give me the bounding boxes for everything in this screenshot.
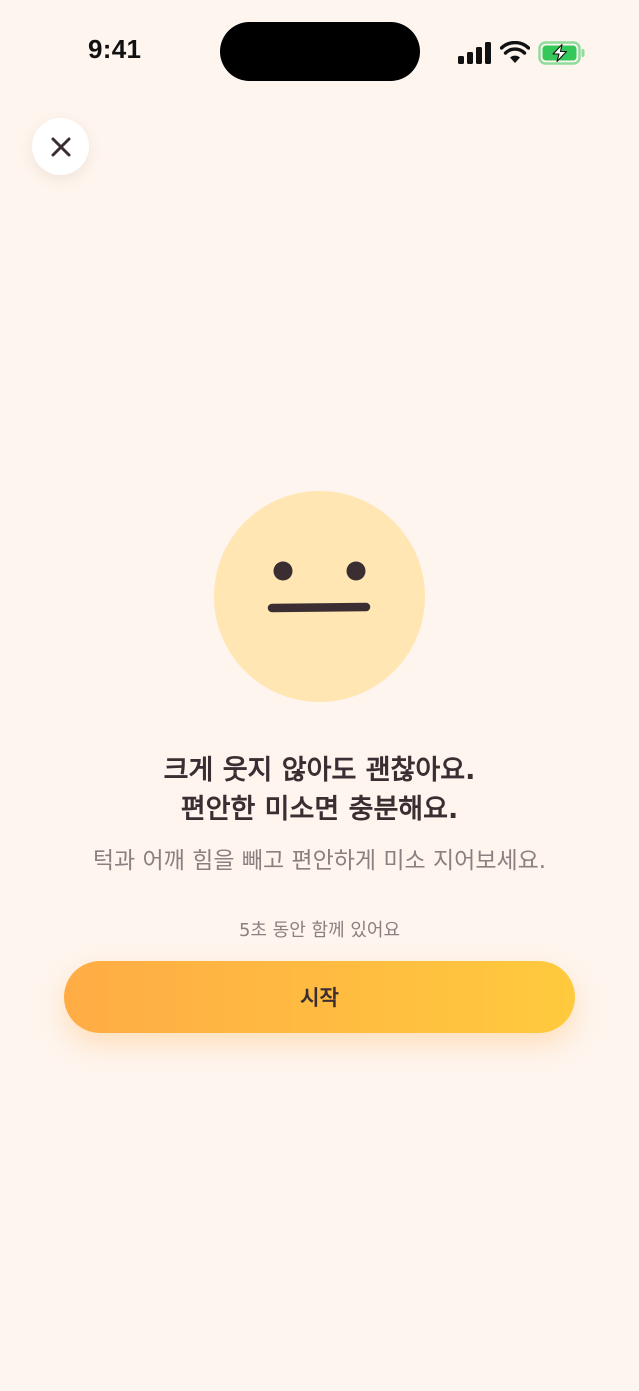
dynamic-island xyxy=(220,22,420,81)
start-button[interactable]: 시작 xyxy=(64,961,575,1033)
instruction-text: 턱과 어깨 힘을 빼고 편안하게 미소 지어보세요. xyxy=(92,848,547,874)
battery-charging-icon xyxy=(538,41,585,65)
cellular-signal-icon xyxy=(458,42,491,64)
neutral-face-icon xyxy=(214,491,425,702)
start-button-label: 시작 xyxy=(300,986,339,1010)
close-button[interactable] xyxy=(32,118,89,175)
wifi-icon xyxy=(500,41,530,63)
headline-line-1: 크게 웃지 않아도 괜찮아요. xyxy=(163,755,476,786)
headline-line-2: 편안한 미소면 충분해요. xyxy=(180,794,459,825)
status-time: 9:41 xyxy=(88,34,142,64)
smile-exercise-screen: 9:41 크게 웃지 않아도 괜찮아요. 편안한 미소면 충분해요. 턱과 어깨… xyxy=(0,0,639,1391)
status-icons xyxy=(456,38,586,68)
duration-text: 5초 동안 함께 있어요 xyxy=(238,920,401,941)
close-icon xyxy=(51,137,70,156)
